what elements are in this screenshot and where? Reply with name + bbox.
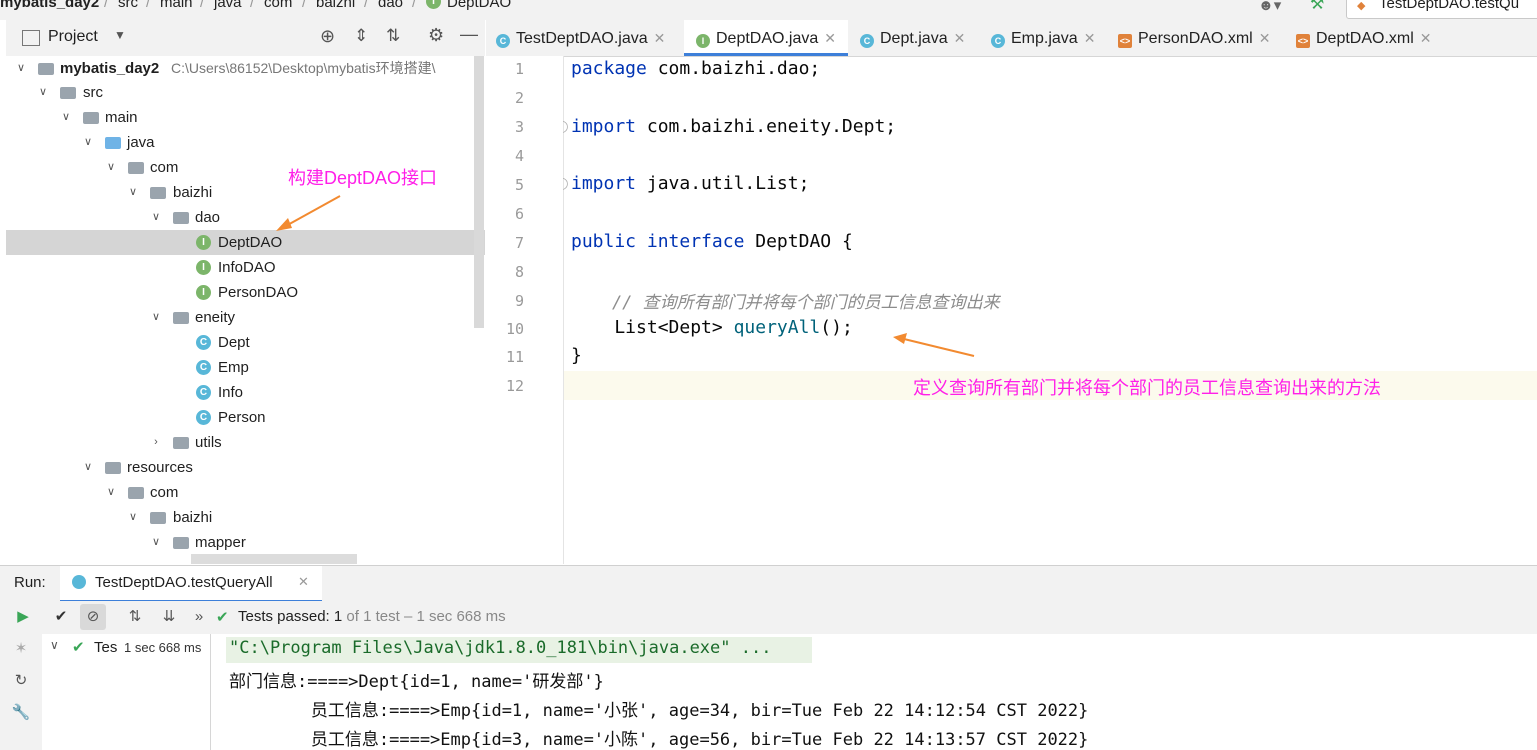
show-passed-icon[interactable]: ✔ bbox=[48, 604, 74, 630]
console-line: 员工信息:====>Emp{id=3, name='小陈', age=56, b… bbox=[229, 730, 1089, 750]
show-ignored-icon[interactable]: ⊘ bbox=[80, 604, 106, 630]
close-icon[interactable]: ✕ bbox=[298, 574, 309, 590]
check-icon: ✔ bbox=[72, 639, 85, 656]
sort-alpha-icon[interactable]: ⇅ bbox=[122, 604, 148, 630]
console-line: 部门信息:====>Dept{id=1, name='研发部'} bbox=[229, 672, 604, 692]
run-side-toolbar: ✶ ↻ 🔧 bbox=[0, 634, 43, 750]
test-class-icon bbox=[72, 575, 86, 589]
more-icon[interactable]: » bbox=[186, 604, 212, 630]
console-line: "C:\Program Files\Java\jdk1.8.0_181\bin\… bbox=[229, 638, 772, 658]
run-panel-label: Run: bbox=[14, 574, 46, 591]
console-output[interactable]: "C:\Program Files\Java\jdk1.8.0_181\bin\… bbox=[211, 634, 1537, 750]
chevron-down-icon[interactable]: ∨ bbox=[50, 638, 59, 652]
run-tab[interactable]: TestDeptDAO.testQueryAll ✕ bbox=[60, 566, 322, 603]
run-tab-label: TestDeptDAO.testQueryAll bbox=[95, 574, 273, 591]
tests-status: Tests passed: 1 of 1 test – 1 sec 668 ms bbox=[238, 608, 506, 625]
wrench-icon[interactable]: 🔧 bbox=[8, 700, 34, 726]
sort-duration-icon[interactable]: ⇊ bbox=[156, 604, 182, 630]
restore-layout-icon[interactable]: ↻ bbox=[8, 668, 34, 694]
test-result-item[interactable]: ∨ ✔ Tes 1 sec 668 ms bbox=[42, 636, 210, 660]
annotation-arrow-code bbox=[893, 333, 975, 357]
console-line: 员工信息:====>Emp{id=1, name='小张', age=34, b… bbox=[229, 701, 1089, 721]
rerun-icon[interactable]: ▶ bbox=[10, 604, 36, 630]
annotation-arrow-tree bbox=[276, 195, 341, 231]
pin-icon[interactable]: ✶ bbox=[8, 636, 34, 662]
run-panel-header: Run: TestDeptDAO.testQueryAll ✕ bbox=[0, 565, 1537, 603]
check-icon: ✔ bbox=[216, 609, 229, 626]
test-result-label: Tes bbox=[94, 639, 118, 656]
run-toolbar: ▶ ✔ ⊘ ⇅ ⇊ » ✔ Tests passed: 1 of 1 test … bbox=[0, 601, 1537, 635]
test-results-tree: ∨ ✔ Tes 1 sec 668 ms bbox=[42, 634, 211, 750]
test-result-time: 1 sec 668 ms bbox=[124, 640, 202, 655]
